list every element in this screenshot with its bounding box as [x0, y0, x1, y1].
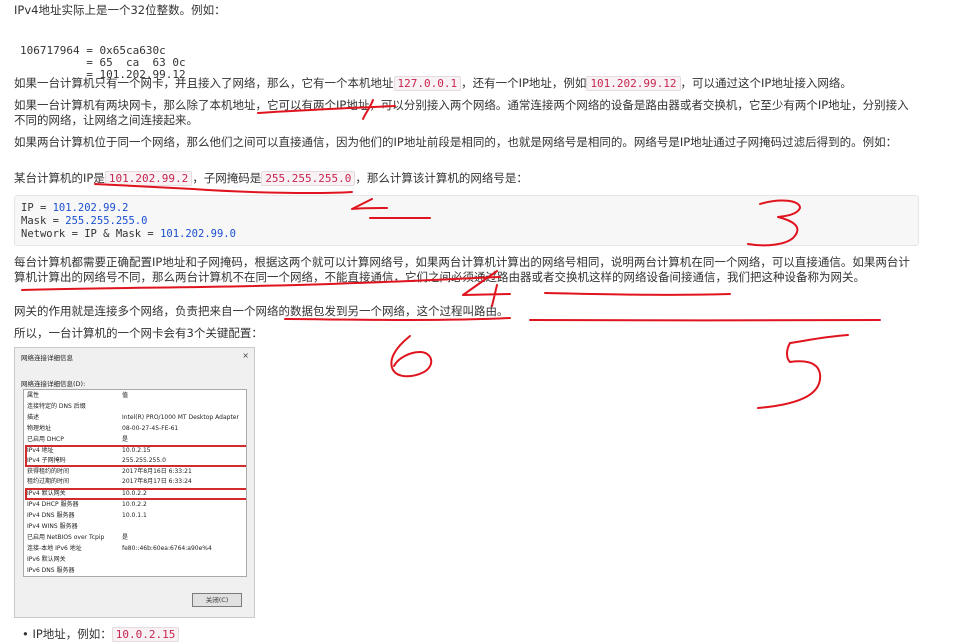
para4-a: 某台计算机的IP是	[14, 171, 105, 185]
table-row[interactable]: IPv4 DHCP 服务器 10.0.2.2	[24, 500, 246, 510]
table-row[interactable]: IPv6 DNS 服务器	[24, 566, 246, 576]
highlight-gateway	[25, 488, 247, 500]
row-value: fe80::46b:60ea:6764:a90e%4	[122, 544, 212, 554]
details-col-property: 属性	[27, 391, 39, 401]
row-value: Intel(R) PRO/1000 MT Desktop Adapter	[122, 413, 239, 423]
row-value: 是	[122, 435, 128, 445]
table-row[interactable]: 已启用 NetBIOS over Tcpip 是	[24, 533, 246, 543]
bullet-label: • IP地址，例如：	[22, 627, 112, 641]
para-three-configs: 所以，一台计算机的一个网卡会有3个关键配置：	[14, 326, 914, 341]
row-key: IPv6 DNS 服务器	[27, 566, 75, 576]
calc-line-network: Network = IP & Mask = 101.202.99.0	[21, 228, 236, 240]
para-mask-example: 某台计算机的IP是101.202.99.2，子网掩码是255.255.255.0…	[14, 171, 914, 186]
row-value: 2017年8月17日 6:33:24	[122, 477, 192, 487]
para1-b: ，还有一个IP地址，例如	[461, 76, 586, 90]
details-header-row: 属性 值	[24, 391, 246, 401]
row-key: IPv4 DNS 服务器	[27, 511, 75, 521]
close-icon[interactable]: ×	[242, 351, 249, 360]
row-key: 连接特定的 DNS 后缀	[27, 402, 86, 412]
row-key: 已启用 NetBIOS over Tcpip	[27, 533, 104, 543]
table-row[interactable]: 租约过期的时间 2017年8月17日 6:33:24	[24, 477, 246, 487]
calc-mask-key: Mask =	[21, 215, 65, 227]
row-key: IPv4 DHCP 服务器	[27, 500, 79, 510]
row-value: 10.0.1.1	[122, 511, 147, 521]
table-row[interactable]: 连接特定的 DNS 后缀	[24, 402, 246, 412]
calc-network-val: 101.202.99.0	[160, 228, 236, 240]
para-local-address: 如果一台计算机只有一个网卡，并且接入了网络，那么，它有一个本机地址127.0.0…	[14, 76, 914, 91]
dialog-close-button[interactable]: 关闭(C)	[192, 593, 242, 607]
row-value: 2017年8月16日 6:33:21	[122, 467, 192, 477]
row-value: 是	[122, 533, 128, 543]
details-col-value: 值	[122, 391, 128, 401]
dialog-subtitle: 网络连接详细信息(D):	[21, 378, 85, 388]
table-row[interactable]: IPv4 WINS 服务器	[24, 522, 246, 532]
row-key: 描述	[27, 413, 39, 423]
code-bullet-ip: 10.0.2.15	[112, 627, 180, 642]
code-ip-example: 101.202.99.12	[586, 76, 680, 91]
row-key: 连接-本地 IPv6 地址	[27, 544, 82, 554]
row-key: IPv4 WINS 服务器	[27, 522, 78, 532]
para-gateway-role: 网关的作用就是连接多个网络，负责把来自一个网络的数据包发到另一个网络，这个过程叫…	[14, 304, 914, 319]
code-ip: 101.202.99.2	[105, 171, 192, 186]
row-value: 10.0.2.2	[122, 500, 147, 510]
table-row[interactable]: IPv6 默认网关	[24, 555, 246, 565]
table-row[interactable]: 已启用 DHCP 是	[24, 435, 246, 445]
row-key: 已启用 DHCP	[27, 435, 64, 445]
table-row[interactable]: 获得租约的时间 2017年8月16日 6:33:21	[24, 467, 246, 477]
para-same-network: 如果两台计算机位于同一个网络，那么他们之间可以直接通信，因为他们的IP地址前段是…	[14, 135, 914, 150]
long-line-4	[545, 293, 730, 295]
network-details-dialog-screenshot: 网络连接详细信息 × 网络连接详细信息(D): 属性 值 连接特定的 DNS 后缀…	[14, 347, 255, 618]
calc-network-key: Network = IP & Mask =	[21, 228, 160, 240]
table-row[interactable]: IPv4 DNS 服务器 10.0.1.1	[24, 511, 246, 521]
stroke-5	[758, 335, 848, 408]
row-key: IPv6 默认网关	[27, 555, 66, 565]
para1-c: ，可以通过这个IP地址接入网络。	[681, 76, 852, 90]
para4-b: ，子网掩码是	[192, 171, 261, 185]
table-row[interactable]: 物理地址 08-00-27-45-FE-61	[24, 424, 246, 434]
stroke-6	[391, 336, 431, 376]
code-mask: 255.255.255.0	[261, 171, 355, 186]
calc-mask-val: 255.255.255.0	[65, 215, 147, 227]
para1-a: 如果一台计算机只有一个网卡，并且接入了网络，那么，它有一个本机地址	[14, 76, 394, 90]
row-key: 租约过期的时间	[27, 477, 69, 487]
calc-line-ip: IP = 101.202.99.2	[21, 202, 128, 214]
highlight-ip-mask	[25, 445, 247, 467]
bullet-ip-address: • IP地址，例如：10.0.2.15	[22, 626, 179, 642]
intro-text: IPv4地址实际上是一个32位整数。例如：	[14, 3, 914, 18]
network-calc-code: IP = 101.202.99.2 Mask = 255.255.255.0 N…	[14, 195, 919, 246]
calc-line-mask: Mask = 255.255.255.0	[21, 215, 147, 227]
calc-ip-key: IP =	[21, 202, 53, 214]
para-gateway-explain: 每台计算机都需要正确配置IP地址和子网掩码，根据这两个就可以计算网络号，如果两台…	[14, 255, 914, 285]
table-row[interactable]: 连接-本地 IPv6 地址 fe80::46b:60ea:6764:a90e%4	[24, 544, 246, 554]
table-row[interactable]: 描述 Intel(R) PRO/1000 MT Desktop Adapter	[24, 413, 246, 423]
details-list[interactable]: 属性 值 连接特定的 DNS 后缀 描述 Intel(R) PRO/1000 MT …	[23, 389, 247, 577]
dialog-title: 网络连接详细信息	[21, 352, 73, 362]
code-localhost: 127.0.0.1	[394, 76, 462, 91]
row-key: 物理地址	[27, 424, 51, 434]
row-value: 08-00-27-45-FE-61	[122, 424, 178, 434]
para-two-nics: 如果一台计算机有两块网卡，那么除了本机地址，它可以有两个IP地址，可以分别接入两…	[14, 98, 914, 128]
calc-ip-val: 101.202.99.2	[53, 202, 129, 214]
para4-c: ，那么计算该计算机的网络号是：	[355, 171, 528, 185]
row-key: 获得租约的时间	[27, 467, 69, 477]
